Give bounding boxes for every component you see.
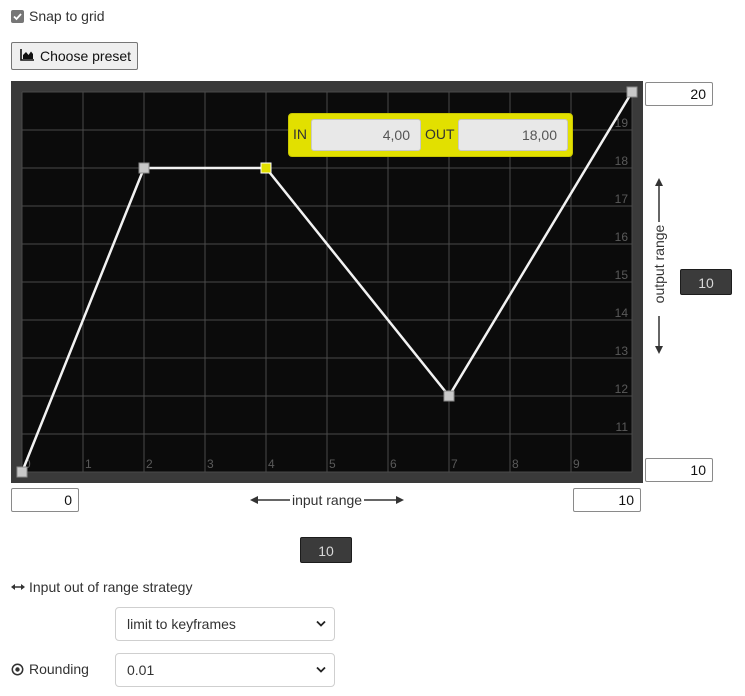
input-steps-input[interactable]: 10 [300,537,352,563]
x-tick-label: 2 [146,457,153,471]
x-tick-label: 7 [451,457,458,471]
keyframe-handle[interactable] [16,466,28,478]
keyframe-handle[interactable] [138,162,150,174]
y-tick-label: 17 [615,192,629,206]
left-arrow-icon [250,496,290,504]
choose-preset-button[interactable]: Choose preset [11,42,138,70]
snap-to-grid-checkbox[interactable]: Snap to grid [11,8,105,24]
out-label: OUT [425,126,455,142]
in-label: IN [293,126,307,142]
input-min-input[interactable]: 0 [11,488,79,512]
checkbox-checked-icon[interactable] [11,9,24,23]
snap-to-grid-label: Snap to grid [29,8,105,24]
keyframe-handle[interactable] [443,390,455,402]
x-tick-label: 1 [85,457,92,471]
rounding-heading: Rounding [11,661,89,677]
chevron-down-icon [316,666,326,673]
out-value-input[interactable]: 18,00 [458,119,568,151]
y-tick-label: 14 [615,306,629,320]
x-tick-label: 6 [390,457,397,471]
input-range-indicator: input range [250,492,405,508]
x-tick-label: 4 [268,457,275,471]
output-steps-input[interactable]: 10 [680,269,732,295]
keyframe-editor: IN 4,00 OUT 18,00 [288,113,573,157]
strategy-label: Input out of range strategy [29,579,193,595]
y-tick-label: 13 [615,344,629,358]
y-tick-label: 12 [615,382,629,396]
x-tick-label: 9 [573,457,580,471]
target-icon [11,663,24,675]
output-max-input[interactable]: 20 [645,82,713,106]
strategy-select[interactable]: limit to keyframes [115,607,335,641]
horizontal-arrows-icon [11,584,25,590]
rounding-label: Rounding [29,661,89,677]
output-range-indicator: output range [644,178,674,356]
y-tick-label: 16 [615,230,629,244]
x-tick-label: 3 [207,457,214,471]
strategy-heading: Input out of range strategy [11,579,192,595]
input-max-input[interactable]: 10 [573,488,641,512]
keyframe-handle[interactable] [626,86,638,98]
in-value-input[interactable]: 4,00 [311,119,421,151]
y-tick-label: 11 [616,420,629,434]
x-tick-label: 8 [512,457,519,471]
chevron-down-icon [316,620,326,627]
y-tick-label: 15 [615,268,629,282]
choose-preset-label: Choose preset [40,48,132,64]
y-tick-label: 18 [615,154,629,168]
x-tick-label: 5 [329,457,336,471]
strategy-select-value: limit to keyframes [127,616,236,632]
output-range-label: output range [651,224,667,304]
rounding-select[interactable]: 0.01 [115,653,335,687]
input-range-label: input range [292,492,363,508]
keyframe-handle-selected[interactable] [260,162,272,174]
output-min-input[interactable]: 10 [645,458,713,482]
chart-area-icon [20,48,35,64]
rounding-select-value: 0.01 [127,662,155,678]
right-arrow-icon [364,496,405,504]
